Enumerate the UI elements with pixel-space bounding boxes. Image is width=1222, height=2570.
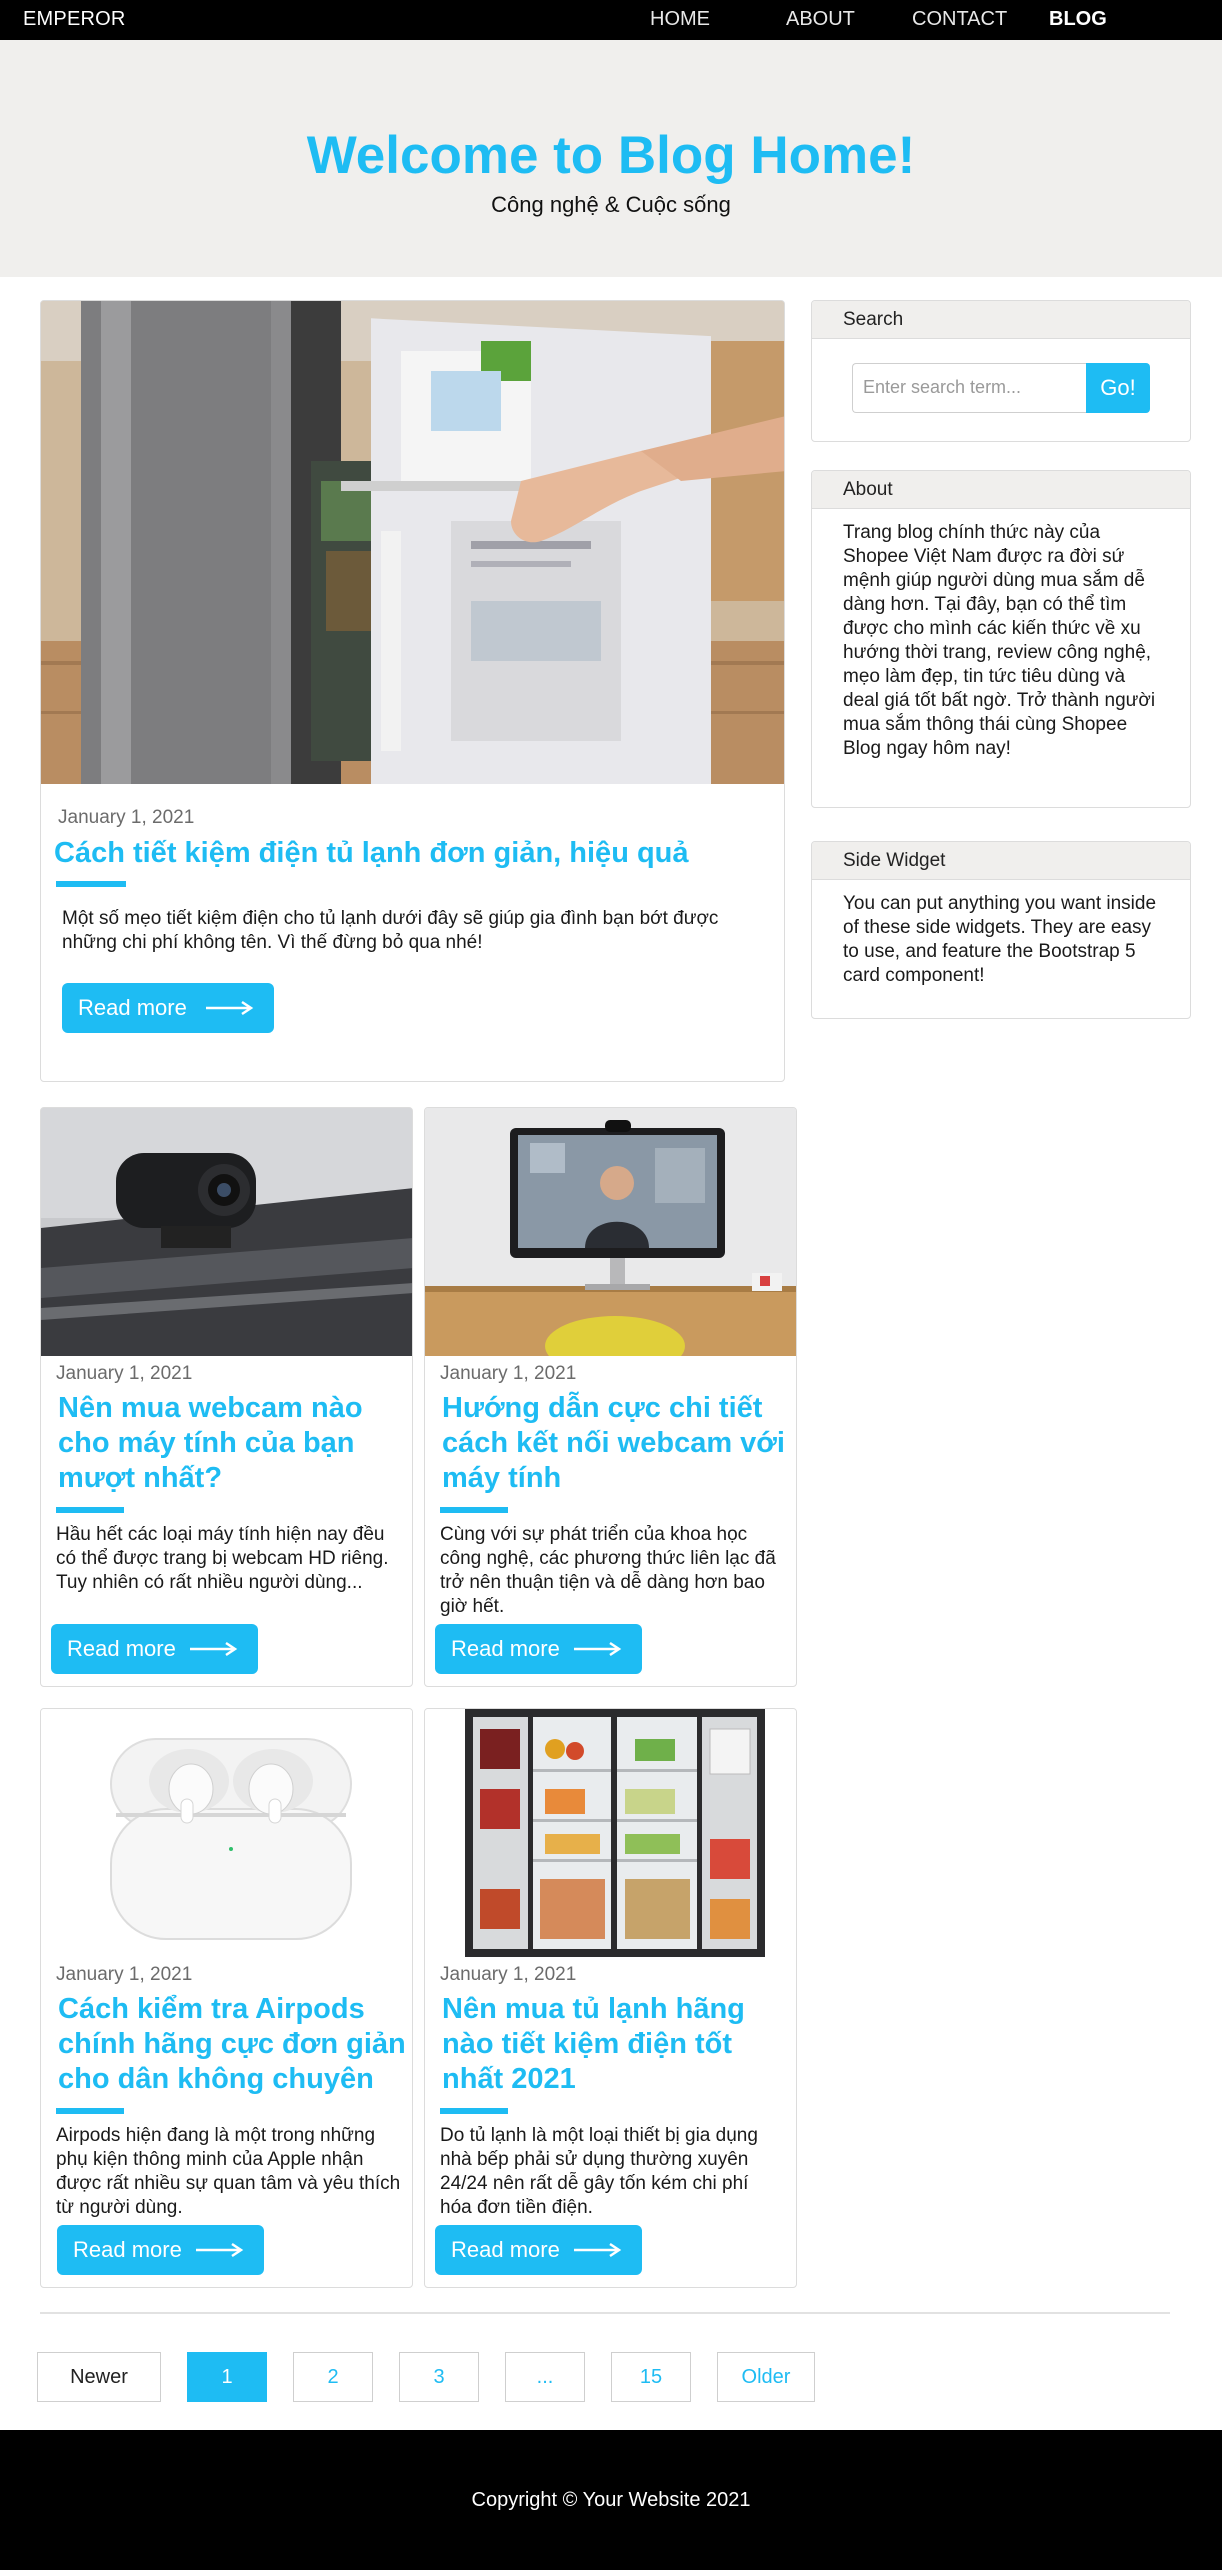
pagination-older[interactable]: Older	[717, 2352, 815, 2402]
read-more-button[interactable]: Read more	[435, 1624, 642, 1674]
monitor-video-call-photo	[425, 1108, 796, 1356]
pagination-page-1[interactable]: 1	[187, 2352, 267, 2402]
post-card: January 1, 2021 Nên mua webcam nào cho m…	[40, 1107, 413, 1687]
divider	[40, 2312, 1170, 2314]
arrow-right-icon	[190, 1641, 238, 1657]
title-underline	[56, 881, 126, 887]
post-image[interactable]	[41, 1709, 412, 1957]
side-widget-text: You can put anything you want inside of …	[843, 893, 1157, 986]
read-more-button[interactable]: Read more	[57, 2225, 264, 2275]
widget-title: Side Widget	[812, 842, 1190, 880]
search-go-button[interactable]: Go!	[1086, 363, 1150, 413]
top-navbar: EMPEROR HOME ABOUT CONTACT BLOG	[0, 0, 1222, 40]
nav-link-contact[interactable]: CONTACT	[912, 8, 1007, 31]
nav-link-home[interactable]: HOME	[650, 8, 710, 31]
side-widget: Side Widget You can put anything you wan…	[811, 841, 1191, 1019]
arrow-right-icon	[196, 2242, 244, 2258]
search-widget: Search Enter search term... Go!	[811, 300, 1191, 442]
title-underline	[440, 2108, 508, 2114]
copyright-text: Copyright © Your Website 2021	[471, 2489, 751, 2511]
post-date: January 1, 2021	[56, 1363, 193, 1384]
site-footer: Copyright © Your Website 2021	[0, 2430, 1222, 2570]
airpods-photo	[41, 1709, 412, 1957]
arrow-right-icon	[574, 1641, 622, 1657]
nav-link-about[interactable]: ABOUT	[786, 8, 855, 31]
post-card: January 1, 2021 Cách kiểm tra Airpods ch…	[40, 1708, 413, 2288]
title-underline	[440, 1507, 508, 1513]
title-underline	[56, 2108, 124, 2114]
read-more-button[interactable]: Read more	[62, 983, 274, 1033]
about-widget: About Trang blog chính thức này của Shop…	[811, 470, 1191, 808]
arrow-right-icon	[574, 2242, 622, 2258]
pagination-page-3[interactable]: 3	[399, 2352, 479, 2402]
hero-title: Welcome to Blog Home!	[306, 126, 916, 185]
featured-post-image[interactable]	[41, 301, 784, 784]
post-excerpt: Airpods hiện đang là một trong những phụ…	[56, 2125, 401, 2218]
post-date: January 1, 2021	[56, 1964, 193, 1985]
post-image[interactable]	[425, 1709, 796, 1957]
title-underline	[56, 1507, 124, 1513]
post-date: January 1, 2021	[58, 807, 195, 828]
arrow-right-icon	[206, 1000, 254, 1016]
post-excerpt: Hầu hết các loại máy tính hiện nay đều c…	[56, 1524, 389, 1593]
hero-banner: Welcome to Blog Home! Công nghệ & Cuộc s…	[0, 40, 1222, 277]
post-excerpt: Do tủ lạnh là một loại thiết bị gia dụng…	[440, 2125, 758, 2218]
post-title[interactable]: Nên mua tủ lạnh hãng nào tiết kiệm điện …	[442, 1992, 787, 2097]
nav-link-blog[interactable]: BLOG	[1049, 8, 1107, 31]
about-text: Trang blog chính thức này của Shopee Việ…	[843, 522, 1156, 759]
hero-subtitle: Công nghệ & Cuộc sống	[491, 192, 731, 217]
post-date: January 1, 2021	[440, 1964, 577, 1985]
post-card: January 1, 2021 Nên mua tủ lạnh hãng nào…	[424, 1708, 797, 2288]
pagination-page-2[interactable]: 2	[293, 2352, 373, 2402]
read-more-label: Read more	[451, 1636, 560, 1661]
search-input[interactable]: Enter search term...	[852, 363, 1087, 413]
brand-logo[interactable]: EMPEROR	[23, 8, 126, 31]
featured-post-card: January 1, 2021 Cách tiết kiệm điện tủ l…	[40, 300, 785, 1082]
pagination-ellipsis: ...	[505, 2352, 585, 2402]
post-title[interactable]: Cách kiểm tra Airpods chính hãng cực đơn…	[58, 1992, 408, 2097]
widget-title: Search	[812, 301, 1190, 339]
pagination-page-15[interactable]: 15	[611, 2352, 691, 2402]
webcam-photo	[41, 1108, 412, 1356]
read-more-button[interactable]: Read more	[51, 1624, 258, 1674]
post-excerpt: Một số mẹo tiết kiệm điện cho tủ lạnh dư…	[62, 908, 719, 953]
fridge-open-photo	[425, 1709, 796, 1957]
widget-title: About	[812, 471, 1190, 509]
post-image[interactable]	[41, 1108, 412, 1356]
featured-post-title[interactable]: Cách tiết kiệm điện tủ lạnh đơn giản, hi…	[54, 836, 774, 871]
post-card: January 1, 2021 Hướng dẫn cực chi tiết c…	[424, 1107, 797, 1687]
post-title[interactable]: Nên mua webcam nào cho máy tính của bạn …	[58, 1391, 403, 1496]
read-more-button[interactable]: Read more	[435, 2225, 642, 2275]
read-more-label: Read more	[73, 2237, 182, 2262]
post-image[interactable]	[425, 1108, 796, 1356]
read-more-label: Read more	[78, 995, 187, 1020]
read-more-label: Read more	[67, 1636, 176, 1661]
read-more-label: Read more	[451, 2237, 560, 2262]
post-title[interactable]: Hướng dẫn cực chi tiết cách kết nối webc…	[442, 1391, 792, 1496]
post-date: January 1, 2021	[440, 1363, 577, 1384]
pagination-newer[interactable]: Newer	[37, 2352, 161, 2402]
post-excerpt: Cùng với sự phát triển của khoa học công…	[440, 1524, 776, 1617]
fridge-door-photo	[41, 301, 784, 784]
